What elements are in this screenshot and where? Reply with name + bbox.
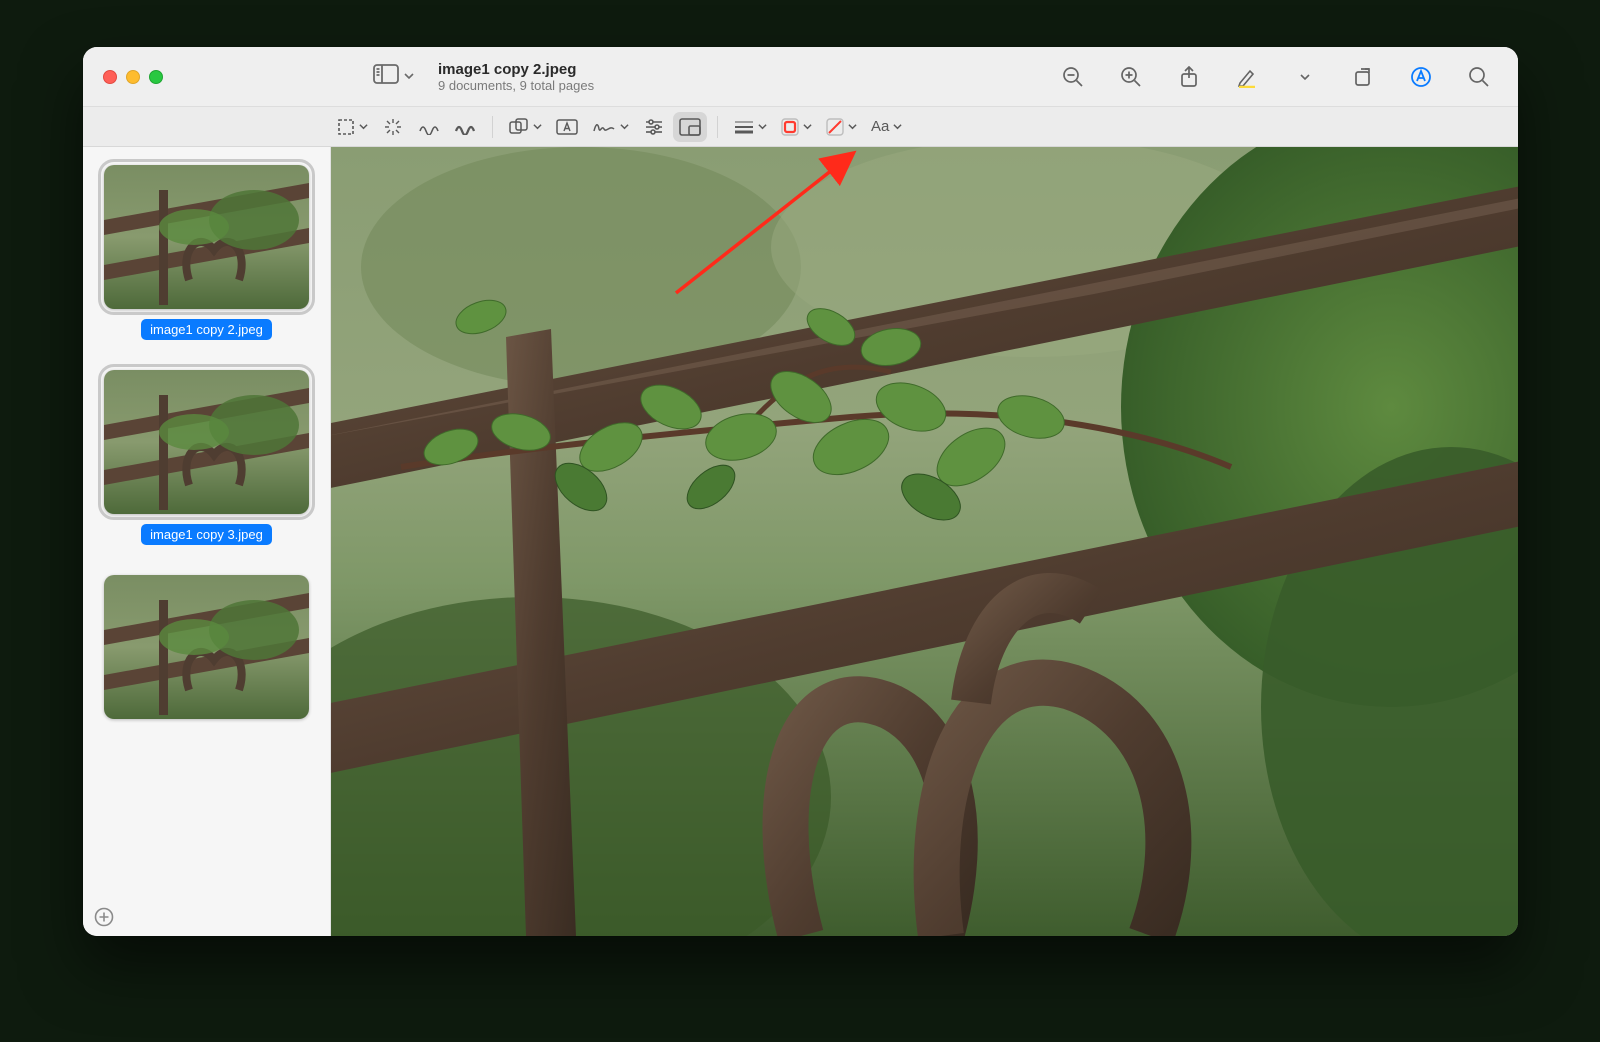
thumbnail-image[interactable]	[104, 575, 309, 719]
thumbnail-item[interactable]: image1 copy 3.jpeg	[104, 370, 309, 545]
border-style-button[interactable]	[728, 112, 773, 142]
sketch-button[interactable]	[412, 112, 446, 142]
fence-photo-thumb-icon	[104, 370, 309, 514]
border-color-button[interactable]	[775, 112, 818, 142]
sidebar-view-button[interactable]	[373, 64, 414, 89]
draw-button[interactable]	[448, 112, 482, 142]
adjust-color-button[interactable]	[637, 112, 671, 142]
highlight-menu-button[interactable]	[1286, 58, 1324, 96]
title-block: image1 copy 2.jpeg 9 documents, 9 total …	[438, 61, 594, 93]
document-title: image1 copy 2.jpeg	[438, 61, 594, 78]
search-button[interactable]	[1460, 58, 1498, 96]
add-page-button[interactable]	[93, 906, 115, 928]
separator	[717, 116, 718, 138]
highlight-button[interactable]	[1228, 58, 1266, 96]
toolbar-right	[1054, 58, 1498, 96]
instant-alpha-button[interactable]	[376, 112, 410, 142]
thumbnail-label: image1 copy 3.jpeg	[141, 524, 272, 545]
minimize-window-button[interactable]	[126, 70, 140, 84]
chevron-down-icon	[848, 118, 857, 136]
chevron-down-icon	[893, 118, 902, 136]
thumbnail-image[interactable]	[104, 370, 309, 514]
document-subtitle: 9 documents, 9 total pages	[438, 78, 594, 93]
preview-window: image1 copy 2.jpeg 9 documents, 9 total …	[83, 47, 1518, 936]
share-button[interactable]	[1170, 58, 1208, 96]
thumbnail-sidebar[interactable]: image1 copy 2.jpeg	[83, 147, 331, 936]
markup-button[interactable]	[1402, 58, 1440, 96]
zoom-in-button[interactable]	[1112, 58, 1150, 96]
fence-photo-thumb-icon	[104, 165, 309, 309]
fullscreen-window-button[interactable]	[149, 70, 163, 84]
body: image1 copy 2.jpeg	[83, 147, 1518, 936]
rotate-button[interactable]	[1344, 58, 1382, 96]
markup-toolbar: Aa	[83, 107, 1518, 147]
chevron-down-icon	[620, 118, 629, 136]
thumbnail-item[interactable]: image1 copy 2.jpeg	[104, 165, 309, 340]
chevron-down-icon	[533, 118, 542, 136]
thumbnail-image[interactable]	[104, 165, 309, 309]
text-style-label: Aa	[871, 118, 889, 135]
shapes-button[interactable]	[503, 112, 548, 142]
thumbnail-label: image1 copy 2.jpeg	[141, 319, 272, 340]
text-style-button[interactable]: Aa	[865, 112, 908, 142]
fence-photo	[331, 147, 1518, 936]
adjust-size-button[interactable]	[673, 112, 707, 142]
titlebar: image1 copy 2.jpeg 9 documents, 9 total …	[83, 47, 1518, 107]
separator	[492, 116, 493, 138]
text-button[interactable]	[550, 112, 584, 142]
window-controls	[103, 70, 163, 84]
fence-photo-thumb-icon	[104, 575, 309, 719]
close-window-button[interactable]	[103, 70, 117, 84]
chevron-down-icon	[404, 68, 414, 86]
sign-button[interactable]	[586, 112, 635, 142]
selection-tool-button[interactable]	[331, 112, 374, 142]
chevron-down-icon	[803, 118, 812, 136]
sidebar-icon	[373, 64, 399, 89]
chevron-down-icon	[758, 118, 767, 136]
chevron-down-icon	[359, 118, 368, 136]
fill-color-button[interactable]	[820, 112, 863, 142]
image-canvas[interactable]	[331, 147, 1518, 936]
zoom-out-button[interactable]	[1054, 58, 1092, 96]
thumbnail-item[interactable]	[104, 575, 309, 719]
